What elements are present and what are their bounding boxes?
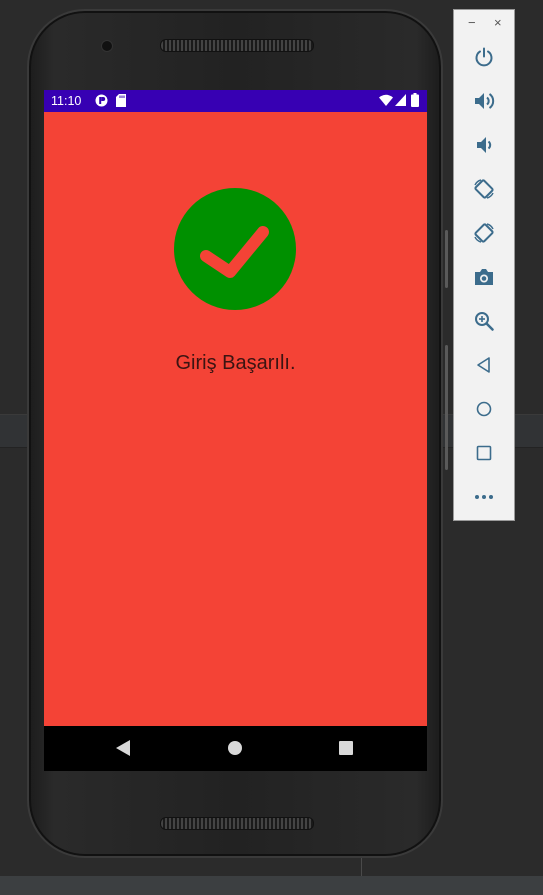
toolbar-window-controls: − × bbox=[454, 10, 514, 36]
media-icon bbox=[95, 94, 108, 110]
emulator-toolbar: − × bbox=[453, 9, 515, 521]
battery-icon bbox=[411, 93, 419, 110]
check-circle-icon bbox=[174, 188, 296, 310]
overview-icon[interactable] bbox=[469, 438, 499, 468]
volume-up-icon[interactable] bbox=[469, 86, 499, 116]
top-speaker bbox=[160, 39, 314, 52]
ide-scrollbar[interactable] bbox=[445, 345, 448, 470]
ide-scrollbar[interactable] bbox=[445, 230, 448, 288]
ide-status-bar bbox=[0, 876, 543, 895]
wifi-icon bbox=[379, 94, 393, 109]
zoom-icon[interactable] bbox=[469, 306, 499, 336]
device-screen: 11:10 Giriş Başarılı. bbox=[44, 90, 427, 771]
back-icon[interactable] bbox=[469, 350, 499, 380]
app-content: Giriş Başarılı. bbox=[44, 112, 427, 726]
bottom-speaker bbox=[160, 817, 314, 830]
back-icon[interactable] bbox=[116, 740, 130, 761]
status-time: 11:10 bbox=[51, 94, 82, 108]
status-bar: 11:10 bbox=[44, 90, 427, 112]
rotate-left-icon[interactable] bbox=[469, 174, 499, 204]
recents-icon[interactable] bbox=[339, 741, 353, 760]
navigation-bar bbox=[44, 726, 427, 771]
success-message: Giriş Başarılı. bbox=[175, 352, 296, 374]
front-camera bbox=[101, 40, 113, 52]
signal-icon bbox=[395, 94, 406, 109]
close-button[interactable]: × bbox=[494, 15, 502, 30]
sd-card-icon bbox=[116, 94, 126, 110]
volume-down-icon[interactable] bbox=[469, 130, 499, 160]
camera-icon[interactable] bbox=[469, 262, 499, 292]
home-icon[interactable] bbox=[228, 741, 242, 760]
minimize-button[interactable]: − bbox=[468, 15, 476, 30]
rotate-right-icon[interactable] bbox=[469, 218, 499, 248]
ide-divider bbox=[361, 858, 362, 876]
home-icon[interactable] bbox=[469, 394, 499, 424]
power-icon[interactable] bbox=[469, 42, 499, 72]
more-icon[interactable] bbox=[469, 482, 499, 512]
